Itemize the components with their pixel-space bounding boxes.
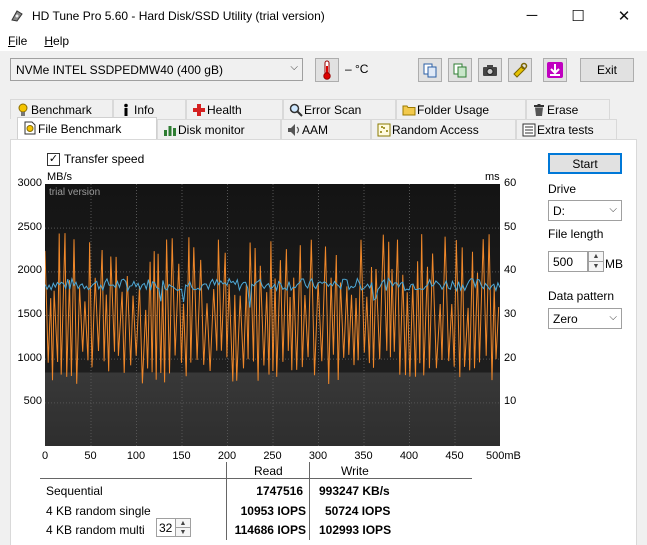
drive-label: Drive [548, 182, 577, 196]
tab-disk-monitor[interactable]: Disk monitor [157, 119, 281, 139]
transfer-speed-checkbox[interactable]: ✓ [47, 152, 60, 166]
random-single-read: 10953 IOPS [240, 504, 306, 518]
erase-icon [534, 104, 544, 116]
tab-info[interactable]: Info [113, 99, 186, 119]
file-length-label: File length [548, 227, 604, 241]
tools-icon [513, 62, 528, 78]
camera-icon [483, 65, 497, 76]
disk-monitor-icon [164, 126, 176, 136]
chevron-down-icon: ⌵ [609, 204, 617, 215]
tab-erase[interactable]: Erase [526, 99, 610, 119]
folder-usage-icon [402, 105, 416, 116]
tab-health[interactable]: Health [186, 99, 283, 119]
file-length-unit: MB [605, 257, 623, 271]
y-tick-label-left: 1500 [17, 308, 42, 320]
tab-folder-usage[interactable]: Folder Usage [396, 99, 526, 119]
copy-all-button[interactable] [448, 58, 472, 82]
download-icon [547, 62, 563, 78]
exit-button[interactable]: Exit [580, 58, 634, 82]
minimize-button[interactable]: ─ [509, 0, 555, 31]
queue-depth-input[interactable]: 32 [156, 518, 176, 537]
data-pattern-label: Data pattern [548, 289, 615, 303]
screenshot-button[interactable] [478, 58, 502, 82]
y-tick-label-left: 2000 [17, 264, 42, 277]
tab-row-primary: Benchmark Info Health Error Scan Folder … [10, 99, 610, 119]
toolbar: NVMe INTEL SSDPEDMW40 (400 gB) ⌵ – °C Ex… [0, 51, 647, 91]
temperature-readout: – °C [345, 62, 369, 76]
tab-file-benchmark[interactable]: File Benchmark [17, 117, 157, 139]
row-random-multi-label: 4 KB random multi [46, 523, 145, 537]
y-tick-label-left: 2500 [17, 220, 42, 233]
aam-icon [288, 124, 300, 136]
row-random-single-label: 4 KB random single [46, 504, 151, 518]
stepper-down-icon[interactable]: ▼ [589, 261, 603, 271]
title-bar: HD Tune Pro 5.60 - Hard Disk/SSD Utility… [0, 0, 647, 31]
transfer-speed-graph: trial version [45, 184, 500, 446]
queue-depth-stepper[interactable]: ▲ ▼ [175, 518, 191, 537]
maximize-button[interactable]: ☐ [555, 0, 601, 31]
stepper-down-icon[interactable]: ▼ [176, 527, 190, 536]
tab-error-scan[interactable]: Error Scan [283, 99, 396, 119]
file-benchmark-icon [24, 121, 36, 135]
y-tick-label-right: 60 [504, 177, 517, 189]
write-header: Write [341, 464, 369, 478]
right-axis-unit: ms [485, 171, 500, 183]
y-tick-label-right: 10 [504, 395, 517, 408]
y-tick-label-right: 30 [504, 308, 517, 320]
trial-watermark: trial version [49, 187, 100, 198]
tab-extra-tests[interactable]: Extra tests [516, 119, 617, 139]
copy-icon [423, 63, 437, 78]
menu-help[interactable]: Help [36, 34, 78, 48]
drive-select[interactable]: NVMe INTEL SSDPEDMW40 (400 gB) ⌵ [10, 58, 303, 81]
y-tick-label-right: 20 [504, 351, 517, 364]
temperature-button[interactable] [315, 58, 339, 82]
y-tick-label-left: 500 [23, 395, 42, 408]
transfer-speed-option[interactable]: ✓ Transfer speed [47, 152, 144, 166]
file-length-input[interactable]: 500 [548, 251, 588, 272]
menu-bar: File Help [0, 31, 647, 51]
drive-combo[interactable]: D: ⌵ [548, 200, 622, 221]
y-tick-label-right: 40 [504, 264, 517, 277]
data-pattern-combo[interactable]: Zero ⌵ [548, 308, 622, 329]
random-access-icon [377, 123, 391, 137]
tab-aam[interactable]: AAM [281, 119, 371, 139]
copy-green-icon [453, 63, 467, 78]
options-button[interactable] [508, 58, 532, 82]
health-icon [193, 104, 205, 116]
tab-random-access[interactable]: Random Access [371, 119, 516, 139]
start-button[interactable]: Start [548, 153, 622, 174]
extra-tests-icon [522, 123, 536, 137]
stepper-up-icon[interactable]: ▲ [176, 519, 190, 527]
info-icon [124, 103, 128, 116]
copy-info-button[interactable] [418, 58, 442, 82]
chevron-down-icon: ⌵ [609, 312, 617, 323]
left-axis-unit: MB/s [47, 171, 73, 183]
sequential-read: 1747516 [256, 484, 303, 498]
y-tick-label-right: 50 [504, 220, 517, 233]
chevron-down-icon: ⌵ [290, 62, 298, 73]
row-sequential-label: Sequential [46, 484, 103, 498]
y-tick-label-left: 1000 [17, 351, 42, 364]
benchmark-icon [18, 103, 28, 116]
stepper-up-icon[interactable]: ▲ [589, 252, 603, 261]
error-scan-icon [289, 103, 303, 117]
file-length-stepper[interactable]: ▲ ▼ [588, 251, 604, 272]
menu-file[interactable]: File [0, 34, 36, 48]
sequential-write: 993247 KB/s [319, 484, 390, 498]
y-tick-label-left: 3000 [17, 177, 42, 189]
random-multi-read: 114686 IOPS [234, 523, 306, 537]
app-icon [11, 9, 23, 22]
thermometer-icon [323, 60, 331, 80]
window-title: HD Tune Pro 5.60 - Hard Disk/SSD Utility… [32, 8, 325, 23]
random-multi-write: 102993 IOPS [319, 523, 392, 537]
tab-benchmark[interactable]: Benchmark [10, 99, 113, 119]
save-button[interactable] [543, 58, 567, 82]
read-header: Read [254, 464, 283, 478]
random-single-write: 50724 IOPS [325, 504, 391, 518]
tab-row-secondary: File Benchmark Disk monitor AAM Random A… [17, 117, 617, 139]
close-button[interactable]: ✕ [601, 0, 647, 31]
